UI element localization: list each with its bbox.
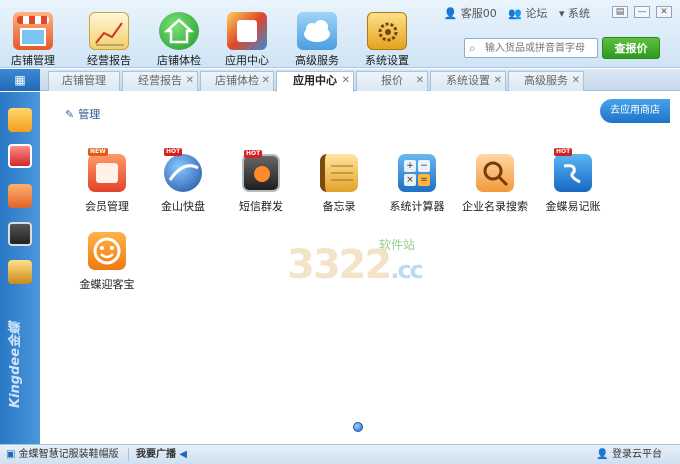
forum-link[interactable]: 👥 论坛	[508, 7, 547, 20]
speaker-icon: ◀	[179, 449, 187, 460]
app-label: 企业名录搜索	[462, 200, 528, 213]
toolbar-label: 店铺体检	[157, 54, 201, 67]
brand-logo: Kingdee金蝶	[8, 321, 23, 408]
tab-business-report[interactable]: 经营报告 ✕	[122, 71, 198, 91]
sms-phone-icon: HOT	[242, 150, 280, 192]
toolbar-system-settings[interactable]: 系统设置	[356, 12, 418, 68]
tab-quote[interactable]: 报价 ✕	[356, 71, 428, 91]
app-label: 金山快盘	[161, 200, 205, 213]
window-controls: ▤ — ✕	[606, 4, 672, 18]
sidebar-notebook-icon[interactable]	[8, 260, 32, 284]
edition-label: ▣ 金蝶智慧记服装鞋帽版	[6, 449, 119, 460]
tab-app-center[interactable]: 应用中心 ✕	[276, 71, 354, 92]
memo-notebook-icon	[320, 154, 358, 192]
toolbar-label: 店铺管理	[11, 54, 55, 67]
broadcast-button[interactable]: 我要广播 ◀	[136, 445, 187, 464]
app-label: 短信群发	[239, 200, 283, 213]
search-box: ⌕	[464, 38, 598, 58]
report-chart-icon	[89, 12, 129, 50]
page-indicator[interactable]	[353, 422, 363, 432]
toolbar-label: 经营报告	[87, 54, 131, 67]
app-center-icon	[227, 12, 267, 50]
close-icon[interactable]: ✕	[494, 72, 502, 90]
close-icon[interactable]: ✕	[572, 72, 580, 90]
cloud-icon	[297, 12, 337, 50]
app-label: 金蝶易记账	[545, 200, 601, 213]
app-member-management[interactable]: NEW 会员管理	[69, 148, 145, 214]
grid-menu-icon[interactable]: ▦	[0, 69, 40, 91]
toolbar-business-report[interactable]: 经营报告	[78, 12, 140, 68]
app-calculator[interactable]: + − × = 系统计算器	[379, 154, 455, 214]
toolbar-label: 应用中心	[225, 54, 269, 67]
app-label: 会员管理	[85, 200, 129, 213]
store-icon	[13, 12, 53, 50]
hot-badge: HOT	[554, 148, 573, 156]
skin-icon[interactable]: ▤	[612, 6, 628, 18]
toolbar-label: 高级服务	[295, 54, 339, 67]
app-label: 系统计算器	[389, 200, 445, 213]
smiley-icon	[88, 232, 126, 270]
hot-badge: HOT	[164, 148, 183, 156]
toolbar-app-center[interactable]: 应用中心	[216, 12, 278, 68]
tab-advanced-service[interactable]: 高级服务 ✕	[508, 71, 584, 91]
house-check-icon	[159, 12, 199, 50]
toolbar-label: 系统设置	[365, 54, 409, 67]
minimize-icon[interactable]: —	[634, 6, 650, 18]
divider	[128, 448, 129, 461]
sidebar-calendar-icon[interactable]	[8, 144, 32, 168]
sidebar-goods-icon[interactable]	[8, 108, 32, 132]
kingdee-logo-icon: ▣	[6, 449, 16, 460]
tab-store-checkup[interactable]: 店铺体检 ✕	[200, 71, 274, 91]
search-icon: ⌕	[469, 41, 476, 55]
close-icon[interactable]: ✕	[416, 72, 424, 90]
app-label: 金蝶迎客宝	[79, 278, 135, 291]
app-center-panel: ✎ 管理 去应用商店 NEW 会员管理 HOT 金山快盘 HOT 短信群发 备忘录	[41, 92, 680, 444]
tab-store-management[interactable]: 店铺管理	[48, 71, 120, 91]
breadcrumb[interactable]: ✎ 管理	[65, 106, 100, 122]
hot-badge: HOT	[244, 150, 263, 158]
tab-bar: ▦ 店铺管理 经营报告 ✕ 店铺体检 ✕ 应用中心 ✕ 报价 ✕ 系统设置 ✕ 高级服务 ✕	[0, 69, 680, 92]
customer-service-link[interactable]: 👤 客服00	[444, 7, 497, 20]
query-price-button[interactable]: 查报价	[602, 37, 660, 59]
member-card-icon: NEW	[88, 148, 126, 192]
sidebar-phone-icon[interactable]	[8, 222, 32, 246]
system-menu-link[interactable]: ▾ 系统	[559, 7, 590, 20]
app-kingdee-welcome[interactable]: 金蝶迎客宝	[69, 232, 145, 292]
watermark: 3322.cc 软件站	[287, 238, 424, 288]
app-directory-search[interactable]: 企业名录搜索	[457, 154, 533, 214]
tab-system-settings[interactable]: 系统设置 ✕	[430, 71, 506, 91]
new-badge: NEW	[88, 148, 108, 156]
search-input[interactable]	[485, 40, 595, 56]
status-bar: ▣ 金蝶智慧记服装鞋帽版 我要广播 ◀ 👤 登录云平台	[0, 444, 680, 464]
user-icon: 👤	[596, 449, 609, 460]
kuaipan-globe-icon: HOT	[164, 148, 202, 192]
top-links: 👤 客服00 👥 论坛 ▾ 系统	[436, 5, 590, 21]
directory-search-icon	[476, 154, 514, 192]
toolbar-store-management[interactable]: 店铺管理	[2, 12, 64, 68]
sidebar-member-icon[interactable]	[8, 184, 32, 208]
app-label: 备忘录	[322, 200, 356, 213]
left-sidebar: Kingdee金蝶	[0, 92, 40, 444]
top-toolbar: 店铺管理 经营报告 店铺体检 应用中心 高级服务 系统设置 👤 客服00 👥 论…	[0, 0, 680, 68]
toolbar-advanced-service[interactable]: 高级服务	[286, 12, 348, 68]
toolbar-store-checkup[interactable]: 店铺体检	[148, 12, 210, 68]
login-cloud-button[interactable]: 👤 登录云平台	[596, 445, 662, 464]
settings-box-icon	[367, 12, 407, 50]
edit-icon: ✎	[65, 108, 75, 121]
close-icon[interactable]: ✕	[656, 6, 672, 18]
kingdee-account-icon: HOT	[554, 148, 592, 192]
go-app-store-button[interactable]: 去应用商店	[600, 99, 670, 123]
close-icon[interactable]: ✕	[186, 72, 194, 90]
app-sms-broadcast[interactable]: HOT 短信群发	[223, 150, 299, 214]
close-icon[interactable]: ✕	[342, 72, 350, 90]
calculator-icon: + − × =	[398, 154, 436, 192]
app-kingdee-accounting[interactable]: HOT 金蝶易记账	[535, 148, 611, 214]
app-memo[interactable]: 备忘录	[301, 154, 377, 214]
app-kuaipan[interactable]: HOT 金山快盘	[145, 148, 221, 214]
close-icon[interactable]: ✕	[262, 72, 270, 90]
